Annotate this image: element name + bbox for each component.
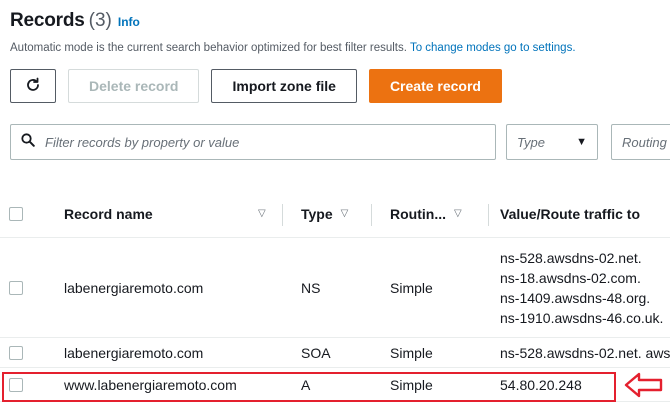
records-header: Records (3) Info	[10, 10, 670, 40]
sort-down-icon[interactable]: ▽	[454, 208, 462, 219]
column-header-record-name[interactable]: Record name	[64, 190, 244, 237]
record-value-cell: ns-528.awsdns-02.net. ns-18.awsdns-02.co…	[500, 238, 670, 337]
column-header-label: Value/Route traffic to	[500, 205, 641, 222]
record-name-cell: labenergiaremoto.com	[64, 279, 204, 296]
column-header-routing[interactable]: Routin... ▽	[390, 190, 485, 237]
settings-link[interactable]: To change modes go to settings.	[410, 42, 576, 54]
row-checkbox[interactable]	[9, 280, 23, 295]
record-type-cell: NS	[301, 279, 321, 296]
record-type-cell: A	[301, 376, 311, 393]
record-routing-cell: Simple	[390, 344, 433, 361]
row-checkbox[interactable]	[9, 345, 23, 360]
table-row[interactable]: labenergiaremoto.com NS Simple ns-528.aw…	[0, 238, 670, 338]
page-title: Records	[10, 10, 85, 31]
column-divider[interactable]	[488, 204, 489, 226]
delete-record-button[interactable]: Delete record	[68, 69, 200, 103]
routing-filter-placeholder: Routing	[622, 134, 667, 150]
records-page: Records (3) Info Automatic mode is the cur…	[0, 0, 670, 404]
column-header-type[interactable]: Type ▽	[301, 190, 361, 237]
search-mode-description: Automatic mode is the current search beh…	[10, 42, 670, 54]
refresh-button[interactable]	[10, 69, 56, 103]
record-name-cell: www.labenergiaremoto.com	[64, 376, 237, 393]
left-arrow-icon	[624, 372, 664, 403]
records-toolbar: Delete record Import zone file Create re…	[10, 68, 502, 104]
select-all-checkbox[interactable]	[9, 206, 23, 221]
sort-down-icon[interactable]: ▽	[341, 208, 349, 219]
records-table: Record name ▽ Type ▽ Routin... ▽ Value/R…	[0, 190, 670, 402]
record-value-line: ns-528.awsdns-02.net.	[500, 249, 642, 266]
record-value-line: ns-1409.awsdns-48.org.	[500, 289, 651, 306]
type-filter-placeholder: Type	[517, 134, 545, 150]
record-value-line: ns-1910.awsdns-46.co.uk.	[500, 309, 664, 326]
type-filter-select[interactable]: Type ▼	[506, 124, 598, 160]
import-zone-file-button[interactable]: Import zone file	[211, 69, 357, 103]
record-type-cell: SOA	[301, 344, 331, 361]
sort-down-icon[interactable]: ▽	[258, 208, 266, 219]
column-divider[interactable]	[371, 204, 372, 226]
column-header-label: Record name	[64, 205, 153, 222]
search-icon	[21, 132, 35, 152]
filter-input[interactable]	[43, 133, 467, 151]
filter-search-box[interactable]	[10, 124, 496, 160]
caret-down-icon: ▼	[576, 136, 587, 148]
record-name-cell: labenergiaremoto.com	[64, 344, 204, 361]
info-link[interactable]: Info	[118, 15, 140, 29]
record-value-cell: ns-528.awsdns-02.net. aws	[500, 344, 670, 361]
table-row[interactable]: www.labenergiaremoto.com A Simple 54.80.…	[0, 368, 670, 402]
filter-row: Type ▼ Routing	[10, 124, 670, 162]
routing-filter-select[interactable]: Routing	[611, 124, 670, 160]
refresh-icon	[25, 77, 41, 96]
description-text: Automatic mode is the current search beh…	[10, 42, 407, 54]
record-routing-cell: Simple	[390, 279, 433, 296]
record-value-line: ns-18.awsdns-02.com.	[500, 269, 641, 286]
column-header-value[interactable]: Value/Route traffic to	[500, 190, 670, 237]
row-checkbox[interactable]	[9, 377, 23, 392]
column-divider[interactable]	[282, 204, 283, 226]
record-count: (3)	[88, 10, 112, 31]
record-routing-cell: Simple	[390, 376, 433, 393]
create-record-button[interactable]: Create record	[368, 69, 502, 103]
table-row[interactable]: labenergiaremoto.com SOA Simple ns-528.a…	[0, 338, 670, 368]
table-header-row: Record name ▽ Type ▽ Routin... ▽ Value/R…	[0, 190, 670, 238]
column-header-label: Routin...	[390, 205, 446, 222]
column-header-label: Type	[301, 205, 333, 222]
